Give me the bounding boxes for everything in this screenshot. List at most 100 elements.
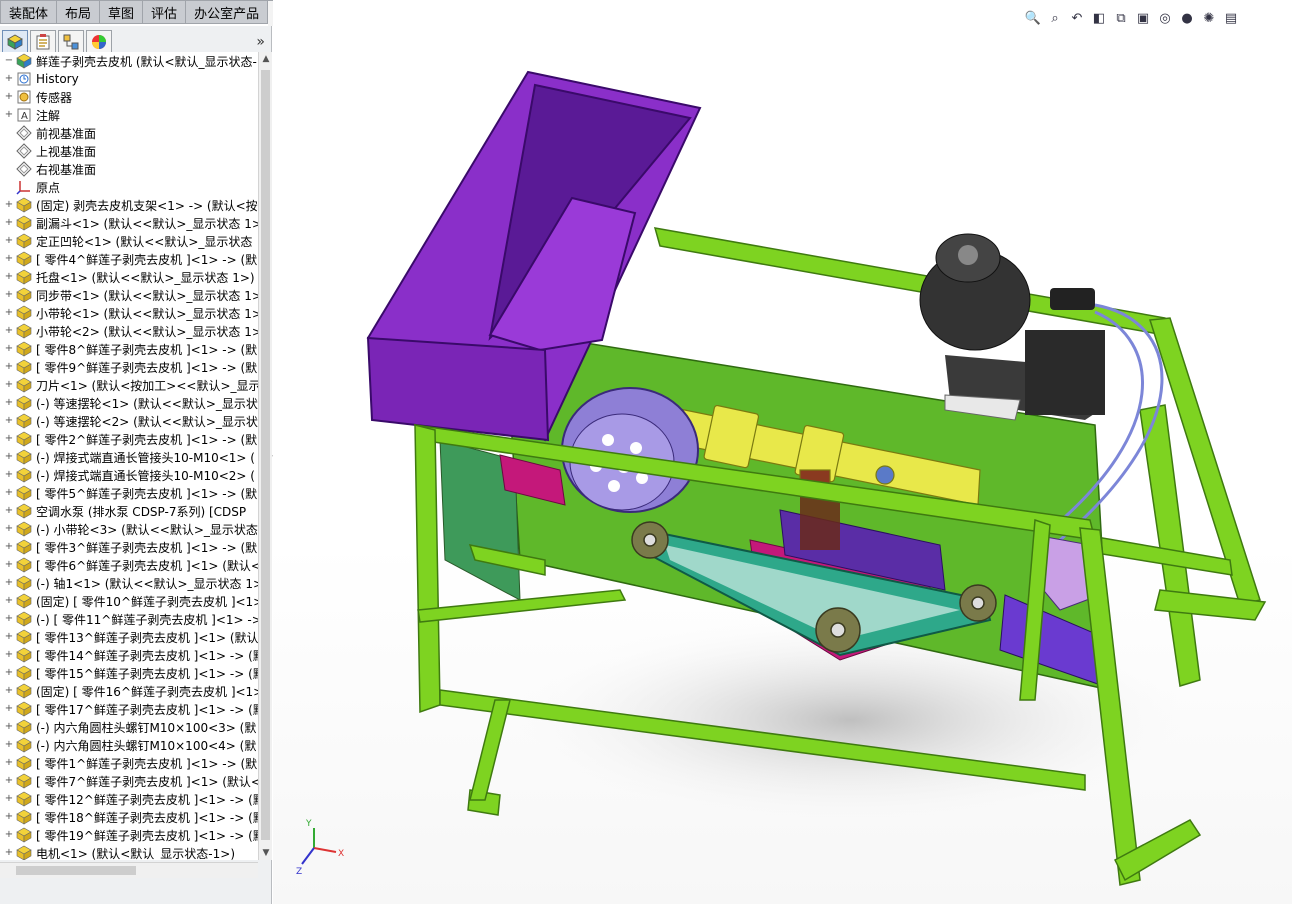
expand-icon[interactable]: + [4,488,14,498]
expand-icon[interactable]: + [4,290,14,300]
feature-manager-icon[interactable] [2,29,28,54]
tree-root[interactable]: − 鲜莲子剥壳去皮机 (默认<默认_显示状态-1>) [0,52,258,70]
tree-item[interactable]: 前视基准面 [0,124,258,142]
expand-icon[interactable]: + [4,848,14,858]
tree-item[interactable]: + [ 零件2^鲜莲子剥壳去皮机 ]<1> -> (默 [0,430,258,448]
expand-icon[interactable]: + [4,560,14,570]
expand-icon[interactable]: + [4,776,14,786]
expand-icon[interactable]: + [4,218,14,228]
expand-icon[interactable]: + [4,758,14,768]
tab-2[interactable]: 草图 [100,0,144,24]
tree-item[interactable]: + A 注解 [0,106,258,124]
tree-vertical-scrollbar[interactable]: ▲ ▼ [258,52,272,860]
expand-icon[interactable]: + [4,614,14,624]
tree-item[interactable]: + (固定) [ 零件10^鲜莲子剥壳去皮机 ]<1> [0,592,258,610]
tree-item[interactable]: + 小带轮<2> (默认<<默认>_显示状态 1> [0,322,258,340]
expand-icon[interactable] [4,164,14,174]
expand-icon[interactable]: + [4,596,14,606]
expand-icon[interactable]: + [4,74,14,84]
expand-icon[interactable]: + [4,326,14,336]
tree-item[interactable]: + (-) 等速摆轮<1> (默认<<默认>_显示状 [0,394,258,412]
tree-item[interactable]: + [ 零件17^鲜莲子剥壳去皮机 ]<1> -> (默 [0,700,258,718]
tree-item[interactable]: + (-) 焊接式端直通长管接头10-M10<1> ( [0,448,258,466]
expand-icon[interactable]: + [4,434,14,444]
tree-item[interactable]: + 空调水泵 (排水泵 CDSP-7系列) [CDSP [0,502,258,520]
expand-icon[interactable] [4,146,14,156]
tree-item[interactable]: + (-) 等速摆轮<2> (默认<<默认>_显示状 [0,412,258,430]
expand-icon[interactable]: + [4,470,14,480]
scroll-thumb-horizontal[interactable] [16,866,136,875]
tree-item[interactable]: + (-) 焊接式端直通长管接头10-M10<2> ( [0,466,258,484]
tab-1[interactable]: 布局 [57,0,101,24]
tree-item[interactable]: + History [0,70,258,88]
tree-item[interactable]: + [ 零件5^鲜莲子剥壳去皮机 ]<1> -> (默 [0,484,258,502]
expand-icon[interactable]: + [4,812,14,822]
expand-icon[interactable]: + [4,740,14,750]
expand-icon[interactable]: + [4,650,14,660]
tree-item[interactable]: + [ 零件15^鲜莲子剥壳去皮机 ]<1> -> (默 [0,664,258,682]
assembly-model[interactable]: Y X Z [273,0,1292,904]
tree-item[interactable]: + (-) 轴1<1> (默认<<默认>_显示状态 1> [0,574,258,592]
tree-horizontal-scrollbar[interactable] [0,862,258,878]
tab-3[interactable]: 评估 [143,0,187,24]
tree-item[interactable]: + [ 零件19^鲜莲子剥壳去皮机 ]<1> -> (默 [0,826,258,844]
expand-icon[interactable]: + [4,416,14,426]
tree-item[interactable]: + [ 零件14^鲜莲子剥壳去皮机 ]<1> -> (默 [0,646,258,664]
collapse-icon[interactable]: − [4,56,14,66]
expand-icon[interactable]: + [4,362,14,372]
scroll-down-icon[interactable]: ▼ [259,846,273,860]
expand-icon[interactable]: + [4,272,14,282]
graphics-area[interactable]: 🔍 ⌕ ↶ ◧ ⧉ ▣ ◎ ● ✺ ▤ Y X Z [273,0,1292,904]
tree-item[interactable]: + [ 零件18^鲜莲子剥壳去皮机 ]<1> -> (默 [0,808,258,826]
expand-icon[interactable]: + [4,578,14,588]
tree-item[interactable]: + (-) 小带轮<3> (默认<<默认>_显示状态 [0,520,258,538]
tree-item[interactable]: + [ 零件13^鲜莲子剥壳去皮机 ]<1> (默认 [0,628,258,646]
expand-icon[interactable]: + [4,308,14,318]
expand-icon[interactable]: + [4,398,14,408]
tree-item[interactable]: + (-) 内六角圆柱头螺钉M10×100<4> (默 [0,736,258,754]
expand-icon[interactable]: + [4,254,14,264]
tree-item[interactable]: 右视基准面 [0,160,258,178]
tree-item[interactable]: + 电机<1> (默认<默认_显示状态-1>) [0,844,258,860]
expand-icon[interactable]: + [4,110,14,120]
tree-item[interactable]: + 托盘<1> (默认<<默认>_显示状态 1>) [0,268,258,286]
expand-icon[interactable]: + [4,668,14,678]
expand-panel-icon[interactable]: » [256,34,265,50]
scroll-thumb[interactable] [261,70,270,840]
expand-icon[interactable]: + [4,632,14,642]
tree-item[interactable]: + (固定) [ 零件16^鲜莲子剥壳去皮机 ]<1> [0,682,258,700]
tree-item[interactable]: + [ 零件1^鲜莲子剥壳去皮机 ]<1> -> (默 [0,754,258,772]
tab-0[interactable]: 装配体 [0,0,58,24]
expand-icon[interactable]: + [4,92,14,102]
configuration-manager-icon[interactable] [58,29,84,54]
tree-item[interactable]: + 小带轮<1> (默认<<默认>_显示状态 1> [0,304,258,322]
expand-icon[interactable]: + [4,794,14,804]
expand-icon[interactable]: + [4,524,14,534]
tree-item[interactable]: + 定正凹轮<1> (默认<<默认>_显示状态 [0,232,258,250]
expand-icon[interactable]: + [4,200,14,210]
tree-item[interactable]: + 刀片<1> (默认<按加工><<默认>_显示 [0,376,258,394]
tree-item[interactable]: + (-) [ 零件11^鲜莲子剥壳去皮机 ]<1> -> [0,610,258,628]
expand-icon[interactable]: + [4,380,14,390]
scroll-up-icon[interactable]: ▲ [259,52,273,66]
tree-item[interactable]: + 副漏斗<1> (默认<<默认>_显示状态 1> [0,214,258,232]
expand-icon[interactable] [4,128,14,138]
tree-item[interactable]: + (固定) 剥壳去皮机支架<1> -> (默认<按 [0,196,258,214]
tree-item[interactable]: + (-) 内六角圆柱头螺钉M10×100<3> (默 [0,718,258,736]
tree-item[interactable]: + [ 零件7^鲜莲子剥壳去皮机 ]<1> (默认< [0,772,258,790]
tree-item[interactable]: + [ 零件12^鲜莲子剥壳去皮机 ]<1> -> (默 [0,790,258,808]
tree-item[interactable]: + [ 零件4^鲜莲子剥壳去皮机 ]<1> -> (默 [0,250,258,268]
tree-item[interactable]: + [ 零件8^鲜莲子剥壳去皮机 ]<1> -> (默 [0,340,258,358]
expand-icon[interactable]: + [4,686,14,696]
display-manager-icon[interactable] [86,29,112,54]
expand-icon[interactable]: + [4,542,14,552]
tree-item[interactable]: + [ 零件3^鲜莲子剥壳去皮机 ]<1> -> (默 [0,538,258,556]
expand-icon[interactable]: + [4,236,14,246]
expand-icon[interactable] [4,182,14,192]
tree-item[interactable]: 原点 [0,178,258,196]
expand-icon[interactable]: + [4,344,14,354]
tree-item[interactable]: + 传感器 [0,88,258,106]
expand-icon[interactable]: + [4,830,14,840]
tree-item[interactable]: + [ 零件9^鲜莲子剥壳去皮机 ]<1> -> (默 [0,358,258,376]
expand-icon[interactable]: + [4,722,14,732]
